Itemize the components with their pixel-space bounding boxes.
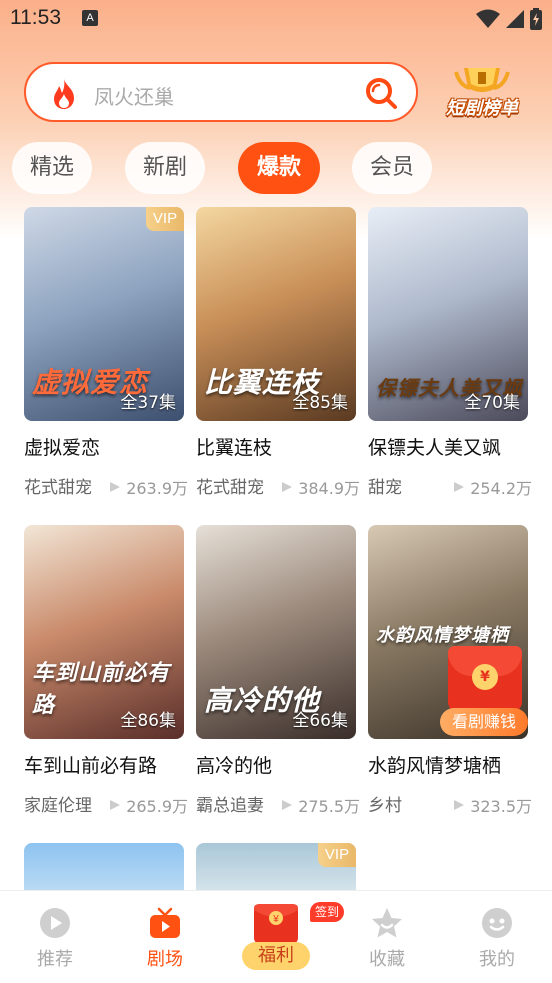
- view-count-value: 384.9万: [298, 479, 360, 498]
- drama-title[interactable]: 虚拟爱恋: [24, 433, 100, 460]
- search-icon[interactable]: [364, 76, 398, 110]
- vip-badge: VIP: [318, 843, 356, 867]
- drama-meta: 甜宠 254.2万: [368, 473, 532, 499]
- views-icon: [454, 800, 465, 810]
- drama-title[interactable]: 水韵风情梦塘栖: [368, 751, 501, 778]
- category-tabs: 精选 新剧 爆款 会员: [0, 142, 552, 196]
- drama-poster[interactable]: 比翼连枝 全85集: [196, 207, 356, 421]
- nav-welfare-label[interactable]: 福利: [242, 942, 310, 970]
- vip-badge: VIP: [146, 207, 184, 231]
- view-count: 323.5万: [452, 793, 532, 817]
- profile-icon: [482, 908, 512, 938]
- drama-poster[interactable]: VIP: [196, 843, 356, 890]
- view-count: 384.9万: [280, 475, 360, 499]
- views-icon: [110, 800, 121, 810]
- view-count-value: 275.5万: [298, 797, 360, 816]
- nav-recommend[interactable]: 推荐: [0, 891, 110, 983]
- view-count-value: 323.5万: [470, 797, 532, 816]
- episode-count: 全85集: [292, 393, 348, 413]
- view-count: 265.9万: [108, 793, 188, 817]
- drama-poster[interactable]: 保镖夫人美又飒 全70集: [368, 207, 528, 421]
- status-bar: 11:53 A: [0, 0, 552, 40]
- drama-tag: 甜宠: [368, 478, 402, 498]
- drama-tag: 花式甜宠: [196, 478, 264, 498]
- episode-count: 全86集: [120, 711, 176, 731]
- episode-count: 全37集: [120, 393, 176, 413]
- view-count: 263.9万: [108, 475, 188, 499]
- episode-count: 全70集: [464, 393, 520, 413]
- drama-title[interactable]: 比翼连枝: [196, 433, 272, 460]
- drama-poster[interactable]: 车到山前必有路 全86集: [24, 525, 184, 739]
- drama-meta: 霸总追妻 275.5万: [196, 791, 360, 817]
- tab-hot[interactable]: 爆款: [238, 142, 320, 194]
- tab-new[interactable]: 新剧: [125, 142, 205, 194]
- episode-count: 全66集: [292, 711, 348, 731]
- view-count: 275.5万: [280, 793, 360, 817]
- watch-earn-label: 看剧赚钱: [440, 708, 528, 736]
- status-icons: [476, 8, 542, 30]
- view-count-value: 254.2万: [470, 479, 532, 498]
- views-icon: [282, 800, 293, 810]
- views-icon: [454, 482, 465, 492]
- notification-icon: A: [82, 10, 98, 26]
- signin-badge: 签到: [310, 902, 345, 922]
- views-icon: [282, 482, 293, 492]
- ranking-label: 短剧榜单: [446, 98, 518, 119]
- nav-profile[interactable]: 我的: [442, 891, 552, 983]
- view-count-value: 263.9万: [126, 479, 188, 498]
- status-time: 11:53: [10, 6, 61, 29]
- drama-meta: 乡村 323.5万: [368, 791, 532, 817]
- drama-title[interactable]: 保镖夫人美又飒: [368, 433, 501, 460]
- search-bar[interactable]: 凤火还巢: [24, 62, 418, 122]
- coin-icon: ¥: [472, 664, 498, 690]
- drama-meta: 花式甜宠 263.9万: [24, 473, 188, 499]
- red-envelope-icon: ¥: [254, 904, 298, 944]
- wifi-icon: [476, 9, 500, 28]
- play-icon: [40, 908, 70, 938]
- nav-label: 剧场: [147, 949, 183, 970]
- svg-text:¥: ¥: [272, 914, 279, 925]
- poster-title-art: 水韵风情梦塘栖: [376, 625, 509, 646]
- nav-favorites[interactable]: 收藏: [332, 891, 442, 983]
- drama-tag: 花式甜宠: [24, 478, 92, 498]
- poster-image: [24, 843, 184, 890]
- nav-label: 推荐: [37, 949, 73, 970]
- signal-icon: [506, 10, 524, 28]
- drama-title[interactable]: 高冷的他: [196, 751, 272, 778]
- nav-label: 我的: [479, 949, 515, 970]
- tv-icon: [150, 907, 180, 938]
- nav-theater[interactable]: 剧场: [110, 891, 220, 983]
- tab-member[interactable]: 会员: [352, 142, 432, 194]
- drama-tag: 乡村: [368, 796, 402, 816]
- watch-earn-button[interactable]: ¥ 看剧赚钱: [440, 646, 528, 738]
- drama-tag: 霸总追妻: [196, 796, 264, 816]
- views-icon: [110, 482, 121, 492]
- tab-featured[interactable]: 精选: [12, 142, 92, 194]
- fire-icon: [54, 79, 74, 109]
- drama-ranking-button[interactable]: 短剧榜单: [434, 62, 530, 124]
- drama-tag: 家庭伦理: [24, 796, 92, 816]
- star-icon: [372, 908, 402, 938]
- drama-poster[interactable]: 高冷的他 全66集: [196, 525, 356, 739]
- drama-meta: 家庭伦理 265.9万: [24, 791, 188, 817]
- drama-title[interactable]: 车到山前必有路: [24, 751, 157, 778]
- drama-meta: 花式甜宠 384.9万: [196, 473, 360, 499]
- nav-label: 收藏: [369, 949, 405, 970]
- view-count: 254.2万: [452, 475, 532, 499]
- view-count-value: 265.9万: [126, 797, 188, 816]
- drama-poster[interactable]: [24, 843, 184, 890]
- search-placeholder: 凤火还巢: [94, 85, 174, 109]
- drama-poster[interactable]: 虚拟爱恋 VIP 全37集: [24, 207, 184, 421]
- battery-icon: [530, 8, 542, 30]
